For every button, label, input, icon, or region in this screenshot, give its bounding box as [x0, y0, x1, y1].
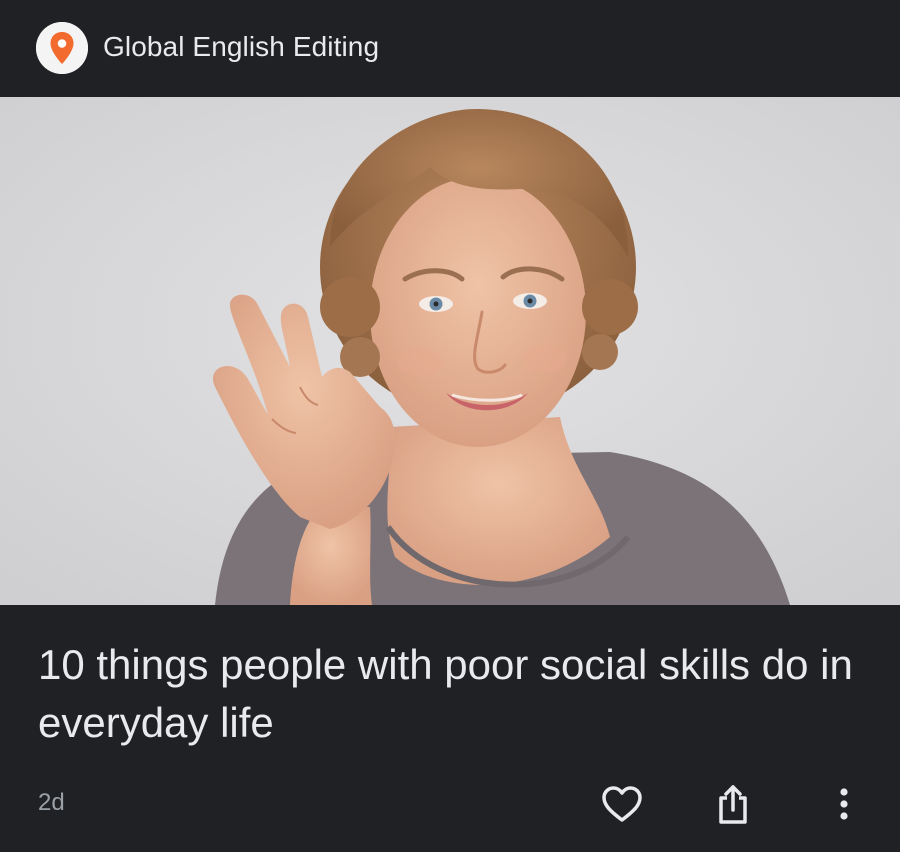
news-card[interactable]: Global English Editing 10 things people … — [0, 0, 900, 852]
share-icon — [719, 785, 747, 824]
map-pin-icon — [36, 22, 88, 74]
article-image[interactable] — [0, 97, 900, 605]
article-title[interactable]: 10 things people with poor social skills… — [38, 636, 858, 752]
share-button[interactable] — [709, 778, 757, 830]
heart-outline-icon — [602, 786, 642, 822]
more-options-button[interactable] — [820, 778, 868, 830]
more-vert-icon — [840, 788, 848, 820]
card-header: Global English Editing — [0, 0, 900, 97]
publisher-logo[interactable] — [36, 22, 88, 74]
like-button[interactable] — [598, 778, 646, 830]
publisher-name[interactable]: Global English Editing — [103, 30, 379, 64]
article-age: 2d — [38, 789, 65, 816]
woman-waving-hand-photo — [0, 97, 900, 605]
